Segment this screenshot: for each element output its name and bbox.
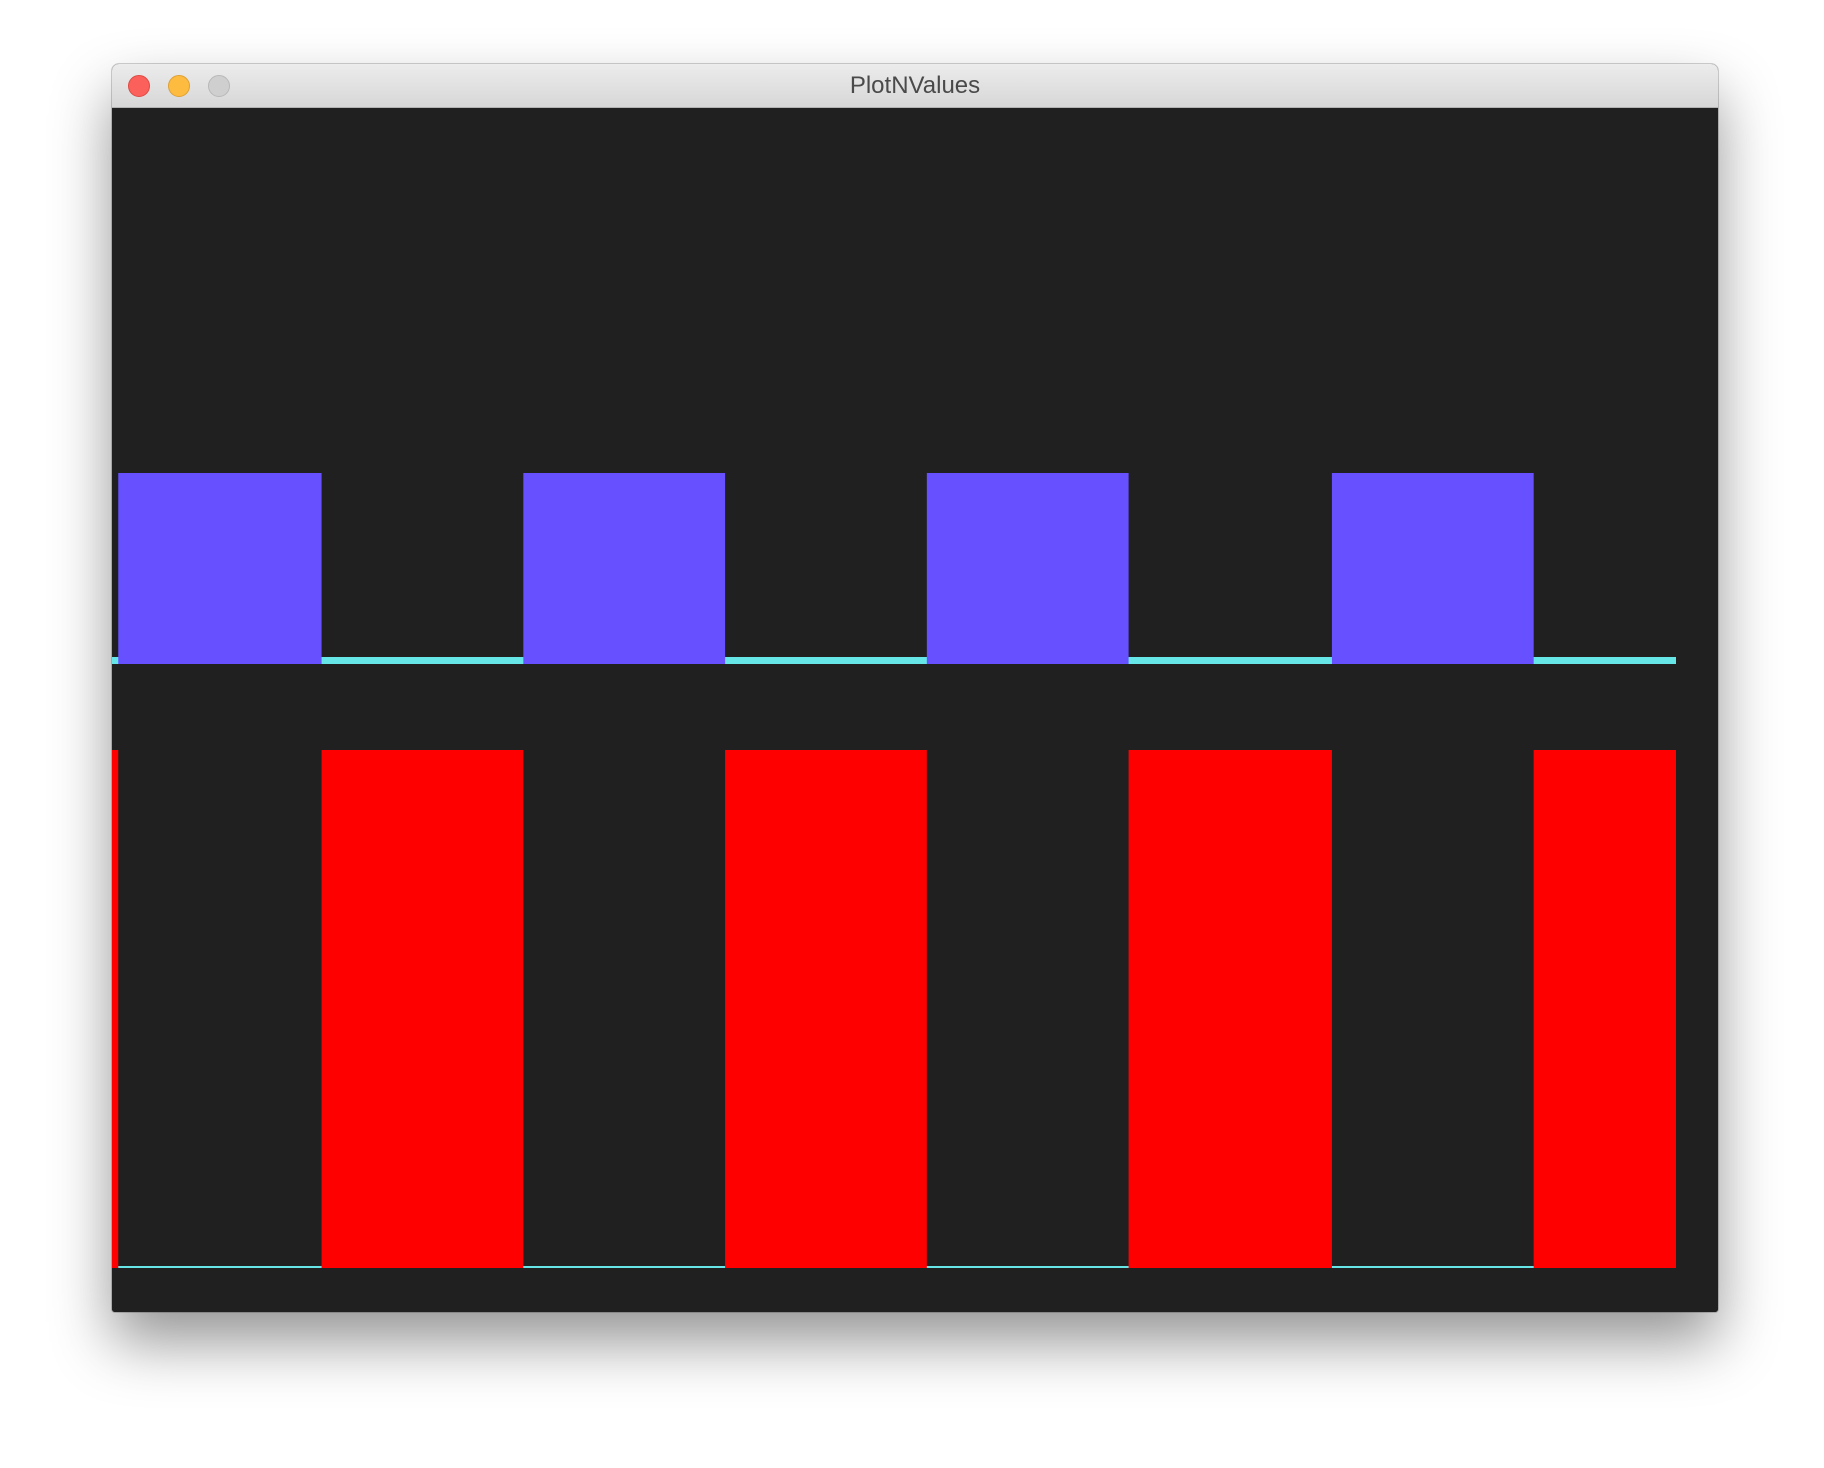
plot-1-pulse-4 — [725, 750, 927, 1268]
plot-1-pulse-0 — [112, 750, 119, 1268]
plot-window: PlotNValues — [112, 64, 1718, 1312]
plot-1-pulse-6 — [1128, 750, 1332, 1268]
plot-0-pulse-1 — [118, 473, 322, 664]
plot-canvas — [112, 108, 1718, 1312]
window-title: PlotNValues — [849, 72, 981, 99]
plot-0-pulse-7 — [1331, 473, 1534, 664]
plot-0-pulse-5 — [926, 473, 1129, 664]
plot-1-pulse-8 — [1533, 750, 1676, 1268]
plot-svg — [112, 473, 1676, 1268]
title-bar[interactable]: PlotNValues — [112, 64, 1718, 108]
plot-1-pulse-2 — [321, 750, 524, 1268]
plot-0-pulse-3 — [523, 473, 726, 664]
